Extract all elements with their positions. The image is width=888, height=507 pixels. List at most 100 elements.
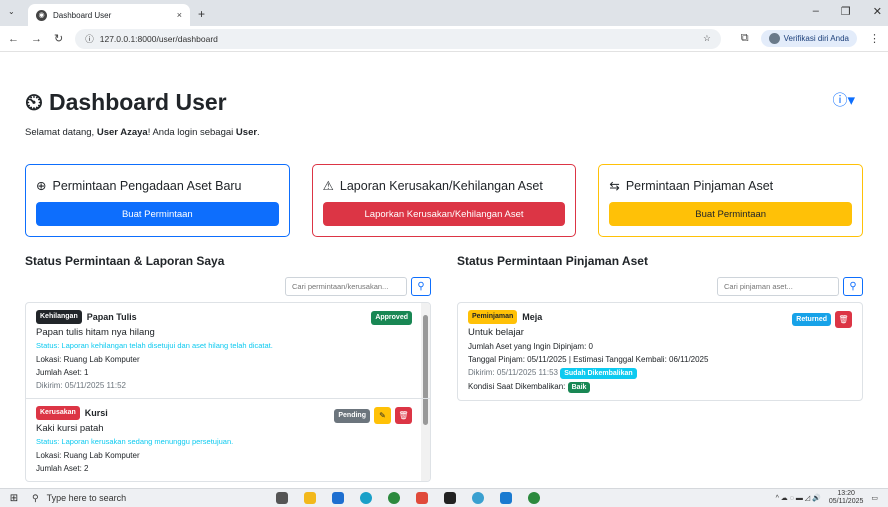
close-window-icon[interactable]: ✕ — [873, 5, 882, 18]
list-item: Peminjaman Meja Returned 🗑 Untuk belajar… — [458, 303, 862, 400]
page-title: ⏲ Dashboard User — [25, 89, 863, 116]
item-actions: Pending ✎ 🗑 — [334, 407, 412, 425]
card-title: ⊕ Permintaan Pengadaan Aset Baru — [36, 178, 279, 194]
delete-icon[interactable]: 🗑 — [395, 407, 412, 425]
welcome-mid: ! Anda login sebagai — [147, 127, 236, 138]
url-field[interactable]: ⓘ 127.0.0.1:8000/user/dashboard ☆ — [75, 28, 721, 49]
status-badge: Approved — [371, 311, 412, 325]
quantity-text: Jumlah Aset: 1 — [36, 367, 89, 377]
user-role: User — [235, 127, 258, 138]
forward-icon[interactable]: → — [31, 33, 42, 45]
condition-text: Kondisi Saat Dikembalikan: Baik — [468, 381, 852, 394]
window-controls: – ❐ ✕ — [813, 5, 882, 18]
sent-date: Dikirim: 05/11/2025 11:52 — [36, 380, 126, 390]
close-tab-icon[interactable]: × — [177, 10, 182, 20]
sent-date: Dikirim: 05/11/2025 11:53 Sudah Dikembal… — [468, 367, 852, 380]
search-bar: ⚲ — [25, 277, 431, 296]
date-range-text: Tanggal Pinjam: 05/11/2025 | Estimasi Ta… — [468, 355, 709, 365]
back-icon[interactable]: ← — [8, 33, 19, 45]
chrome-icon[interactable] — [388, 492, 400, 504]
loan-list: Peminjaman Meja Returned 🗑 Untuk belajar… — [457, 302, 863, 402]
profile-button[interactable]: Verifikasi diri Anda — [760, 30, 857, 47]
restore-icon[interactable]: ❐ — [841, 5, 851, 18]
type-badge: Kerusakan — [36, 406, 80, 420]
chrome-icon[interactable] — [528, 492, 540, 504]
windows-start-icon[interactable]: ⊞ — [0, 493, 28, 504]
page-content: ⏲ Dashboard User ⓘ▾ Selamat datang, User… — [0, 64, 888, 488]
search-icon[interactable]: ⚲ — [411, 277, 431, 296]
right-column: Status Permintaan Pinjaman Aset ⚲ Peminj… — [457, 254, 863, 482]
item-description: Papan tulis hitam nya hilang — [36, 326, 155, 338]
clock[interactable]: 13:20 05/11/2025 — [829, 490, 864, 505]
quantity-text: Jumlah Aset yang Ingin Dipinjam: 0 — [468, 342, 593, 352]
notification-icon[interactable]: ▭ — [871, 494, 878, 502]
extensions-icon[interactable]: ⧉ — [741, 32, 749, 45]
exchange-icon: ⇆ — [609, 179, 620, 193]
search-input[interactable] — [717, 277, 839, 296]
terminal-icon[interactable] — [444, 492, 456, 504]
card-pengadaan: ⊕ Permintaan Pengadaan Aset Baru Buat Pe… — [25, 164, 290, 237]
action-cards: ⊕ Permintaan Pengadaan Aset Baru Buat Pe… — [25, 164, 864, 237]
laporkan-kerusakan-button[interactable]: Laporkan Kerusakan/Kehilangan Aset — [322, 202, 566, 226]
item-actions: Approved — [371, 311, 412, 325]
buat-permintaan-pengadaan-button[interactable]: Buat Permintaan — [36, 202, 279, 226]
location-text: Lokasi: Ruang Lab Komputer — [36, 354, 140, 364]
condition-badge: Baik — [567, 382, 591, 394]
returned-badge: Sudah Dikembalikan — [560, 368, 637, 380]
status-columns: Status Permintaan & Laporan Saya ⚲ Kehil… — [25, 254, 863, 483]
delete-icon[interactable]: 🗑 — [835, 311, 852, 328]
edge-icon[interactable] — [360, 492, 372, 504]
tab-search-icon[interactable]: ⌄ — [8, 7, 15, 16]
tray-icons[interactable]: ^ ☁ ◌ ▬ ◿ 🔊 — [776, 494, 821, 502]
card-title-text: Permintaan Pengadaan Aset Baru — [52, 178, 242, 193]
request-list: Kehilangan Papan Tulis Approved Papan tu… — [25, 302, 431, 483]
bookmark-star-icon[interactable]: ☆ — [703, 33, 711, 44]
browser-tab[interactable]: ◉ Dashboard User × — [28, 4, 190, 26]
app-icon[interactable] — [416, 492, 428, 504]
app-icon[interactable] — [472, 492, 484, 504]
buat-permintaan-pinjaman-button[interactable]: Buat Permintaan — [609, 202, 853, 226]
type-badge: Peminjaman — [468, 310, 518, 324]
status-text: Status: Laporan kerusakan sedang menungg… — [36, 437, 234, 447]
sent-date-text: Dikirim: 05/11/2025 11:53 — [468, 368, 558, 378]
location-text: Lokasi: Ruang Lab Komputer — [36, 450, 140, 460]
avatar — [768, 33, 780, 44]
asset-name: Meja — [522, 311, 543, 322]
taskbar-apps — [276, 492, 540, 504]
search-icon[interactable]: ⚲ — [843, 277, 863, 296]
help-dropdown-icon[interactable]: ⓘ▾ — [832, 89, 855, 110]
taskbar-search-text: Type here to search — [46, 493, 127, 503]
warning-icon: ⚠ — [322, 179, 334, 193]
url-text: 127.0.0.1:8000/user/dashboard — [99, 33, 218, 44]
welcome-message: Selamat datang, User Azaya! Anda login s… — [25, 127, 863, 138]
file-explorer-icon[interactable] — [304, 492, 316, 504]
user-name: User Azaya — [96, 127, 148, 138]
type-badge: Kehilangan — [36, 310, 82, 324]
store-icon[interactable] — [332, 492, 344, 504]
search-icon: ⚲ — [32, 492, 39, 503]
search-input[interactable] — [285, 277, 407, 296]
card-title: ⚠ Laporan Kerusakan/Kehilangan Aset — [322, 178, 566, 194]
quantity-text: Jumlah Aset: 2 — [36, 463, 89, 473]
condition-label: Kondisi Saat Dikembalikan: — [468, 382, 566, 392]
menu-kebab-icon[interactable]: ⋮ — [869, 32, 880, 45]
list-item: Kehilangan Papan Tulis Approved Papan tu… — [26, 303, 430, 400]
taskbar-search[interactable]: ⚲ Type here to search — [28, 493, 258, 504]
site-info-icon[interactable]: ⓘ — [85, 33, 94, 45]
reload-icon[interactable]: ↻ — [54, 32, 63, 45]
favicon-icon: ◉ — [36, 9, 47, 21]
edit-icon[interactable]: ✎ — [374, 407, 391, 425]
page-title-text: Dashboard User — [48, 89, 227, 115]
new-tab-button[interactable]: + — [198, 7, 205, 21]
card-title: ⇆ Permintaan Pinjaman Aset — [609, 178, 852, 194]
asset-name: Papan Tulis — [86, 311, 137, 322]
clock-date: 05/11/2025 — [828, 498, 864, 505]
vscode-icon[interactable] — [500, 492, 512, 504]
dashboard-gauge-icon: ⏲ — [25, 89, 43, 115]
plus-circle-icon: ⊕ — [36, 179, 47, 193]
welcome-prefix: Selamat datang, — [25, 127, 97, 138]
search-bar: ⚲ — [457, 277, 863, 296]
address-bar: ← → ↻ ⓘ 127.0.0.1:8000/user/dashboard ☆ … — [0, 26, 888, 52]
task-view-icon[interactable] — [276, 492, 288, 504]
minimize-icon[interactable]: – — [813, 5, 819, 18]
